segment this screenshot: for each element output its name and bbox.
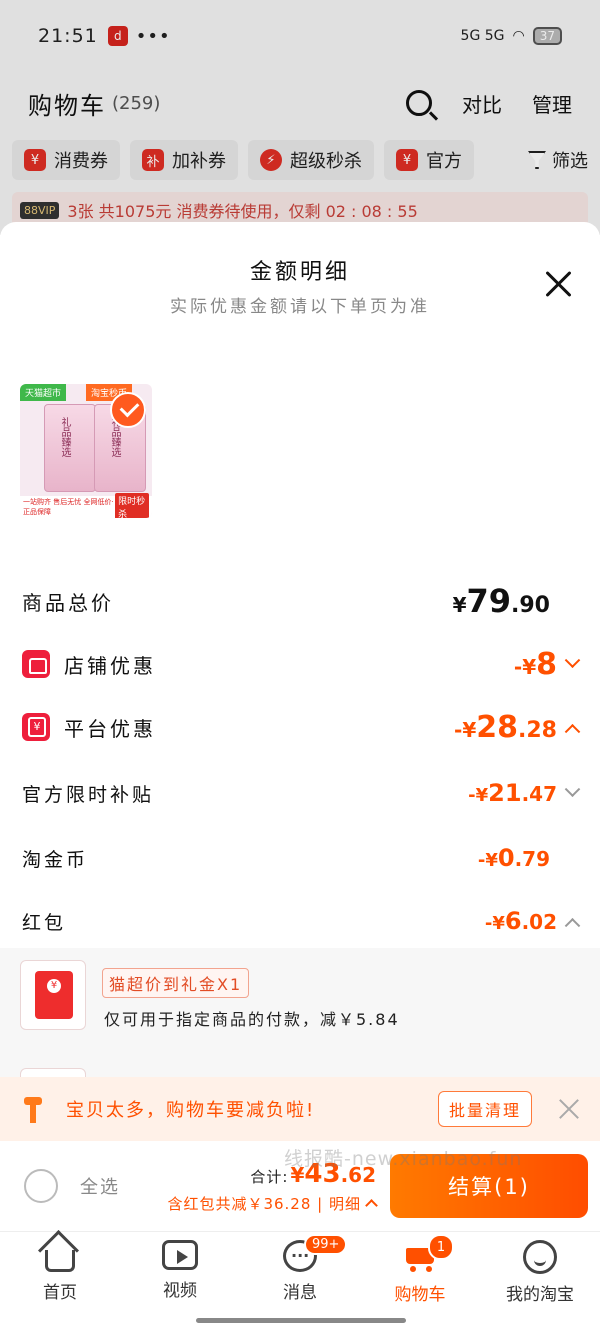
row-label: 红包 bbox=[22, 911, 67, 934]
dim-overlay[interactable] bbox=[0, 0, 600, 235]
chevron-up-icon bbox=[564, 917, 581, 934]
cart-count-badge: 1 bbox=[428, 1234, 454, 1260]
red-packet-value: -¥ 6.02 bbox=[484, 907, 557, 935]
row-store-discount[interactable]: 店铺优惠 -¥ 8 bbox=[0, 644, 600, 684]
red-packet-description: 仅可用于指定商品的付款，减￥5.84 bbox=[104, 1010, 400, 1029]
select-all-label[interactable]: 全选 bbox=[80, 1173, 120, 1199]
tmall-supermarket-tag: 天猫超市 bbox=[20, 384, 67, 401]
row-platform-discount[interactable]: 平台优惠 -¥28.28 bbox=[0, 707, 600, 747]
tab-label: 首页 bbox=[43, 1283, 77, 1303]
notice-text: 宝贝太多，购物车要减负啦! bbox=[66, 1100, 316, 1121]
row-label: 商品总价 bbox=[22, 590, 114, 615]
tab-label: 我的淘宝 bbox=[506, 1285, 574, 1305]
platform-discount-value: -¥ 28.28 bbox=[454, 709, 557, 745]
thumb-footer: 一站购齐 售后无忧 全网低价·正品保障 限时秒杀 bbox=[20, 493, 152, 518]
coins-value: -¥ 0.79 bbox=[477, 844, 550, 872]
home-indicator[interactable] bbox=[196, 1318, 406, 1323]
red-packet-card bbox=[20, 960, 86, 1030]
check-icon[interactable] bbox=[110, 392, 146, 428]
red-envelope-icon bbox=[35, 971, 73, 1019]
coupon-icon bbox=[22, 713, 50, 741]
sheet-subtitle: 实际优惠金额请以下单页为准 bbox=[170, 297, 430, 317]
home-icon bbox=[45, 1250, 75, 1272]
video-icon bbox=[162, 1240, 198, 1270]
discount-detail-toggle[interactable]: 含红包共减￥36.28 | 明细 bbox=[167, 1193, 378, 1214]
rice-bag-image: 礼品臻选 bbox=[44, 404, 96, 492]
tab-label: 视频 bbox=[163, 1281, 197, 1301]
tab-label: 购物车 bbox=[394, 1285, 446, 1305]
chevron-down-icon bbox=[564, 780, 581, 797]
row-taobao-coins: 淘金币 -¥ 0.79 bbox=[0, 838, 600, 878]
store-icon bbox=[22, 650, 50, 678]
batch-clean-button[interactable]: 批量清理 bbox=[437, 1091, 532, 1127]
total-price-value: ¥79.90 bbox=[452, 582, 550, 620]
total-label: 合计: bbox=[250, 1167, 289, 1186]
amount-detail-sheet: 金额明细 实际优惠金额请以下单页为准 天猫超市 淘宝秒币 礼品臻选 礼品臻选 一… bbox=[0, 222, 600, 1082]
message-count-badge: 99+ bbox=[304, 1234, 348, 1255]
row-official-subsidy[interactable]: 官方限时补贴 -¥ 21.47 bbox=[0, 773, 600, 813]
close-icon[interactable] bbox=[558, 1098, 580, 1120]
row-label: 店铺优惠 bbox=[64, 653, 156, 678]
sheet-title: 金额明细 bbox=[249, 260, 350, 285]
store-discount-value: -¥ 8 bbox=[513, 646, 557, 682]
select-all-radio[interactable] bbox=[24, 1169, 58, 1203]
thumb-footer-text: 一站购齐 售后无忧 全网低价·正品保障 bbox=[23, 498, 114, 516]
tab-my-taobao[interactable]: 我的淘宝 bbox=[480, 1232, 600, 1333]
watermark: 线报酷-new.xianbao.fun bbox=[284, 1148, 523, 1170]
row-total-price: 商品总价 ¥79.90 bbox=[0, 581, 600, 621]
chevron-up-icon bbox=[564, 723, 581, 740]
rice-bag-text: 礼品臻选 bbox=[59, 417, 70, 457]
profile-icon bbox=[523, 1240, 557, 1274]
hammer-icon bbox=[20, 1095, 46, 1123]
red-packet-detail: 猫超价到礼金X1 仅可用于指定商品的付款，减￥5.84 bbox=[0, 948, 600, 1082]
subsidy-value: -¥ 21.47 bbox=[468, 779, 557, 807]
row-label: 淘金币 bbox=[22, 848, 89, 871]
chevron-up-icon bbox=[365, 1198, 378, 1212]
row-label: 平台优惠 bbox=[64, 716, 156, 741]
flash-sale-label: 限时秒杀 bbox=[115, 493, 149, 518]
chevron-down-icon bbox=[564, 651, 581, 668]
cart-cleanup-notice: 宝贝太多，购物车要减负啦! 批量清理 bbox=[0, 1077, 600, 1141]
row-red-packet[interactable]: 红包 -¥ 6.02 bbox=[0, 901, 600, 941]
cart-page-background: 21:51 d ••• 5G 5G ◠ 37 购物车 (259) 对比 管理 ¥… bbox=[0, 0, 600, 235]
red-packet-tag: 猫超价到礼金X1 bbox=[102, 968, 250, 998]
close-icon[interactable] bbox=[544, 270, 572, 298]
row-label: 官方限时补贴 bbox=[22, 783, 155, 806]
tab-label: 消息 bbox=[283, 1283, 317, 1303]
discount-line: 含红包共减￥36.28 | 明细 bbox=[167, 1194, 361, 1213]
tab-home[interactable]: 首页 bbox=[0, 1232, 120, 1333]
